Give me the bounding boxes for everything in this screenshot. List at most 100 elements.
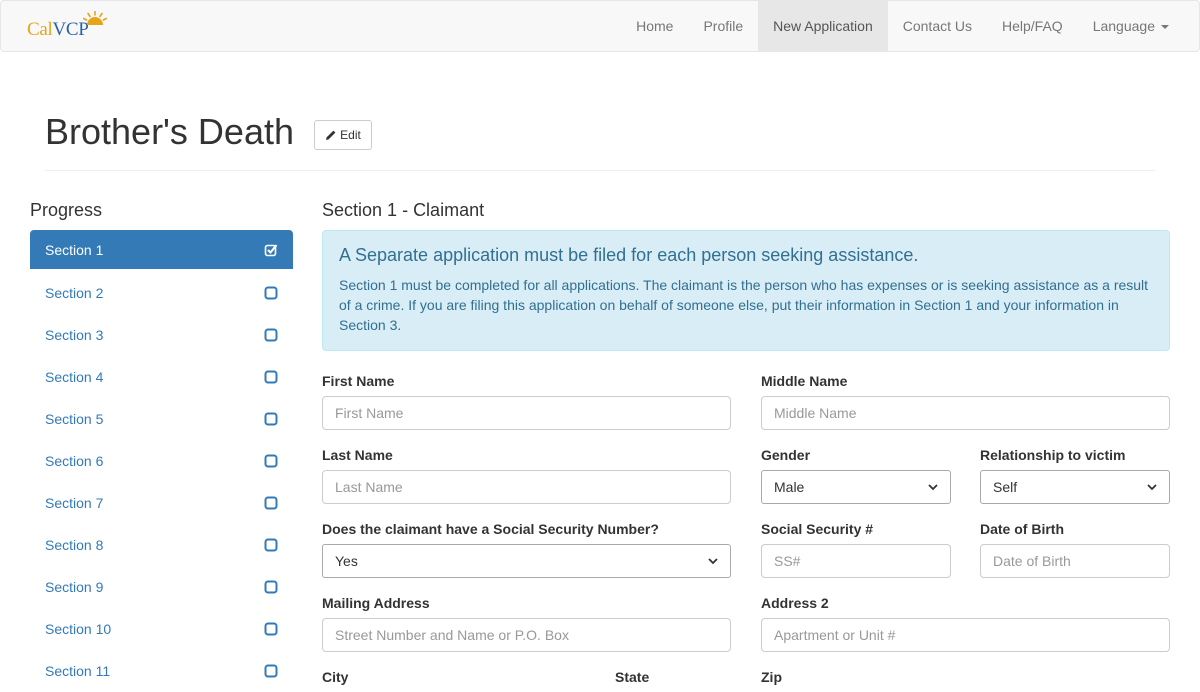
sidebar-item-label: Section 8 <box>45 537 104 553</box>
gender-select[interactable]: Male <box>761 470 951 504</box>
section-heading-separator: - <box>397 200 414 220</box>
nav-profile[interactable]: Profile <box>688 1 758 51</box>
unchecked-box-icon <box>264 496 278 510</box>
ssn-label: Social Security # <box>761 521 874 537</box>
relationship-label: Relationship to victim <box>980 447 1126 463</box>
sidebar-item-label: Section 5 <box>45 411 104 427</box>
sidebar-item-section-8[interactable]: Section 8 <box>30 524 293 566</box>
nav-home[interactable]: Home <box>621 1 688 51</box>
caret-down-icon <box>1161 25 1169 30</box>
edit-button-label: Edit <box>340 128 361 142</box>
section-heading-title: Claimant <box>413 200 485 220</box>
gender-label: Gender <box>761 447 811 463</box>
nav-new-application[interactable]: New Application <box>758 1 888 51</box>
sidebar-item-label: Section 10 <box>45 621 112 637</box>
unchecked-box-icon <box>264 664 278 678</box>
sidebar-item-label: Section 2 <box>45 285 104 301</box>
mailing-address-group: Mailing Address <box>322 593 731 652</box>
sidebar-item-label: Section 9 <box>45 579 104 595</box>
nav-language-label: Language <box>1092 18 1155 34</box>
zip-group: Zip <box>761 667 951 692</box>
unchecked-box-icon <box>264 286 278 300</box>
first-name-group: First Name <box>322 371 731 430</box>
city-label: City <box>322 669 349 685</box>
zip-label: Zip <box>761 669 782 685</box>
info-alert: A Separate application must be filed for… <box>322 230 1170 351</box>
has-ssn-label: Does the claimant have a Social Security… <box>322 521 659 537</box>
edit-button[interactable]: Edit <box>314 120 372 150</box>
section-heading: Section 1 - Claimant <box>322 198 484 222</box>
last-name-group: Last Name <box>322 445 731 504</box>
sidebar-item-section-2[interactable]: Section 2 <box>30 272 293 314</box>
has-ssn-group: Does the claimant have a Social Security… <box>322 519 731 578</box>
unchecked-box-icon <box>264 538 278 552</box>
sidebar-item-label: Section 1 <box>45 241 104 258</box>
first-name-label: First Name <box>322 373 395 389</box>
dob-group: Date of Birth <box>980 519 1170 578</box>
ssn-group: Social Security # <box>761 519 951 578</box>
section-heading-number: Section 1 <box>322 200 398 220</box>
state-group: State <box>615 667 731 692</box>
middle-name-group: Middle Name <box>761 371 1170 430</box>
sidebar-item-section-1[interactable]: Section 1 <box>30 230 293 269</box>
gender-group: Gender Male <box>761 445 951 504</box>
has-ssn-select[interactable]: Yes <box>322 544 731 578</box>
address2-group: Address 2 <box>761 593 1170 652</box>
pencil-icon <box>326 130 336 140</box>
dob-input[interactable] <box>980 544 1170 578</box>
sidebar-item-label: Section 3 <box>45 327 104 343</box>
sidebar-item-section-3[interactable]: Section 3 <box>30 314 293 356</box>
sidebar-item-section-11[interactable]: Section 11 <box>30 650 293 692</box>
main-nav: Home Profile New Application Contact Us … <box>621 1 1184 51</box>
unchecked-box-icon <box>264 412 278 426</box>
alert-text: Section 1 must be completed for all appl… <box>339 277 1149 333</box>
checked-box-icon <box>264 243 278 256</box>
middle-name-label: Middle Name <box>761 373 848 389</box>
unchecked-box-icon <box>264 454 278 468</box>
nav-language-dropdown[interactable]: Language <box>1078 1 1184 51</box>
chevron-down-icon <box>708 557 718 564</box>
unchecked-box-icon <box>264 328 278 342</box>
address2-label: Address 2 <box>761 595 829 611</box>
chevron-down-icon <box>1147 483 1157 490</box>
alert-title: A Separate application must be filed for… <box>339 245 919 265</box>
sidebar-item-section-5[interactable]: Section 5 <box>30 398 293 440</box>
city-group: City <box>322 667 582 692</box>
last-name-label: Last Name <box>322 447 393 463</box>
sidebar-item-label: Section 4 <box>45 369 104 385</box>
mailing-address-input[interactable] <box>322 618 731 652</box>
progress-section-list: Section 1 Section 2 Section 3 Section 4 … <box>30 230 293 692</box>
first-name-input[interactable] <box>322 396 731 430</box>
sidebar-item-label: Section 11 <box>45 663 111 679</box>
sidebar-item-section-9[interactable]: Section 9 <box>30 566 293 608</box>
relationship-select[interactable]: Self <box>980 470 1170 504</box>
dob-label: Date of Birth <box>980 521 1064 537</box>
sidebar-item-section-7[interactable]: Section 7 <box>30 482 293 524</box>
chevron-down-icon <box>928 483 938 490</box>
page-title: Brother's Death <box>45 111 294 152</box>
address2-input[interactable] <box>761 618 1170 652</box>
relationship-select-value: Self <box>993 479 1018 495</box>
state-label: State <box>615 669 650 685</box>
unchecked-box-icon <box>264 622 278 636</box>
nav-help-faq[interactable]: Help/FAQ <box>987 1 1078 51</box>
unchecked-box-icon <box>264 580 278 594</box>
header-divider <box>45 170 1155 171</box>
sidebar-item-section-4[interactable]: Section 4 <box>30 356 293 398</box>
mailing-address-label: Mailing Address <box>322 595 430 611</box>
relationship-group: Relationship to victim Self <box>980 445 1170 504</box>
last-name-input[interactable] <box>322 470 731 504</box>
sun-logo-icon <box>83 11 107 25</box>
nav-contact-us[interactable]: Contact Us <box>888 1 987 51</box>
gender-select-value: Male <box>774 479 805 495</box>
ssn-input[interactable] <box>761 544 951 578</box>
calvcp-logo[interactable]: Cal VCP <box>27 11 107 41</box>
sidebar-item-label: Section 7 <box>45 495 104 511</box>
has-ssn-select-value: Yes <box>335 553 358 569</box>
sidebar-item-section-10[interactable]: Section 10 <box>30 608 293 650</box>
progress-title: Progress <box>30 200 103 220</box>
middle-name-input[interactable] <box>761 396 1170 430</box>
logo-text-cal: Cal <box>27 19 53 40</box>
sidebar-item-label: Section 6 <box>45 453 104 469</box>
sidebar-item-section-6[interactable]: Section 6 <box>30 440 293 482</box>
